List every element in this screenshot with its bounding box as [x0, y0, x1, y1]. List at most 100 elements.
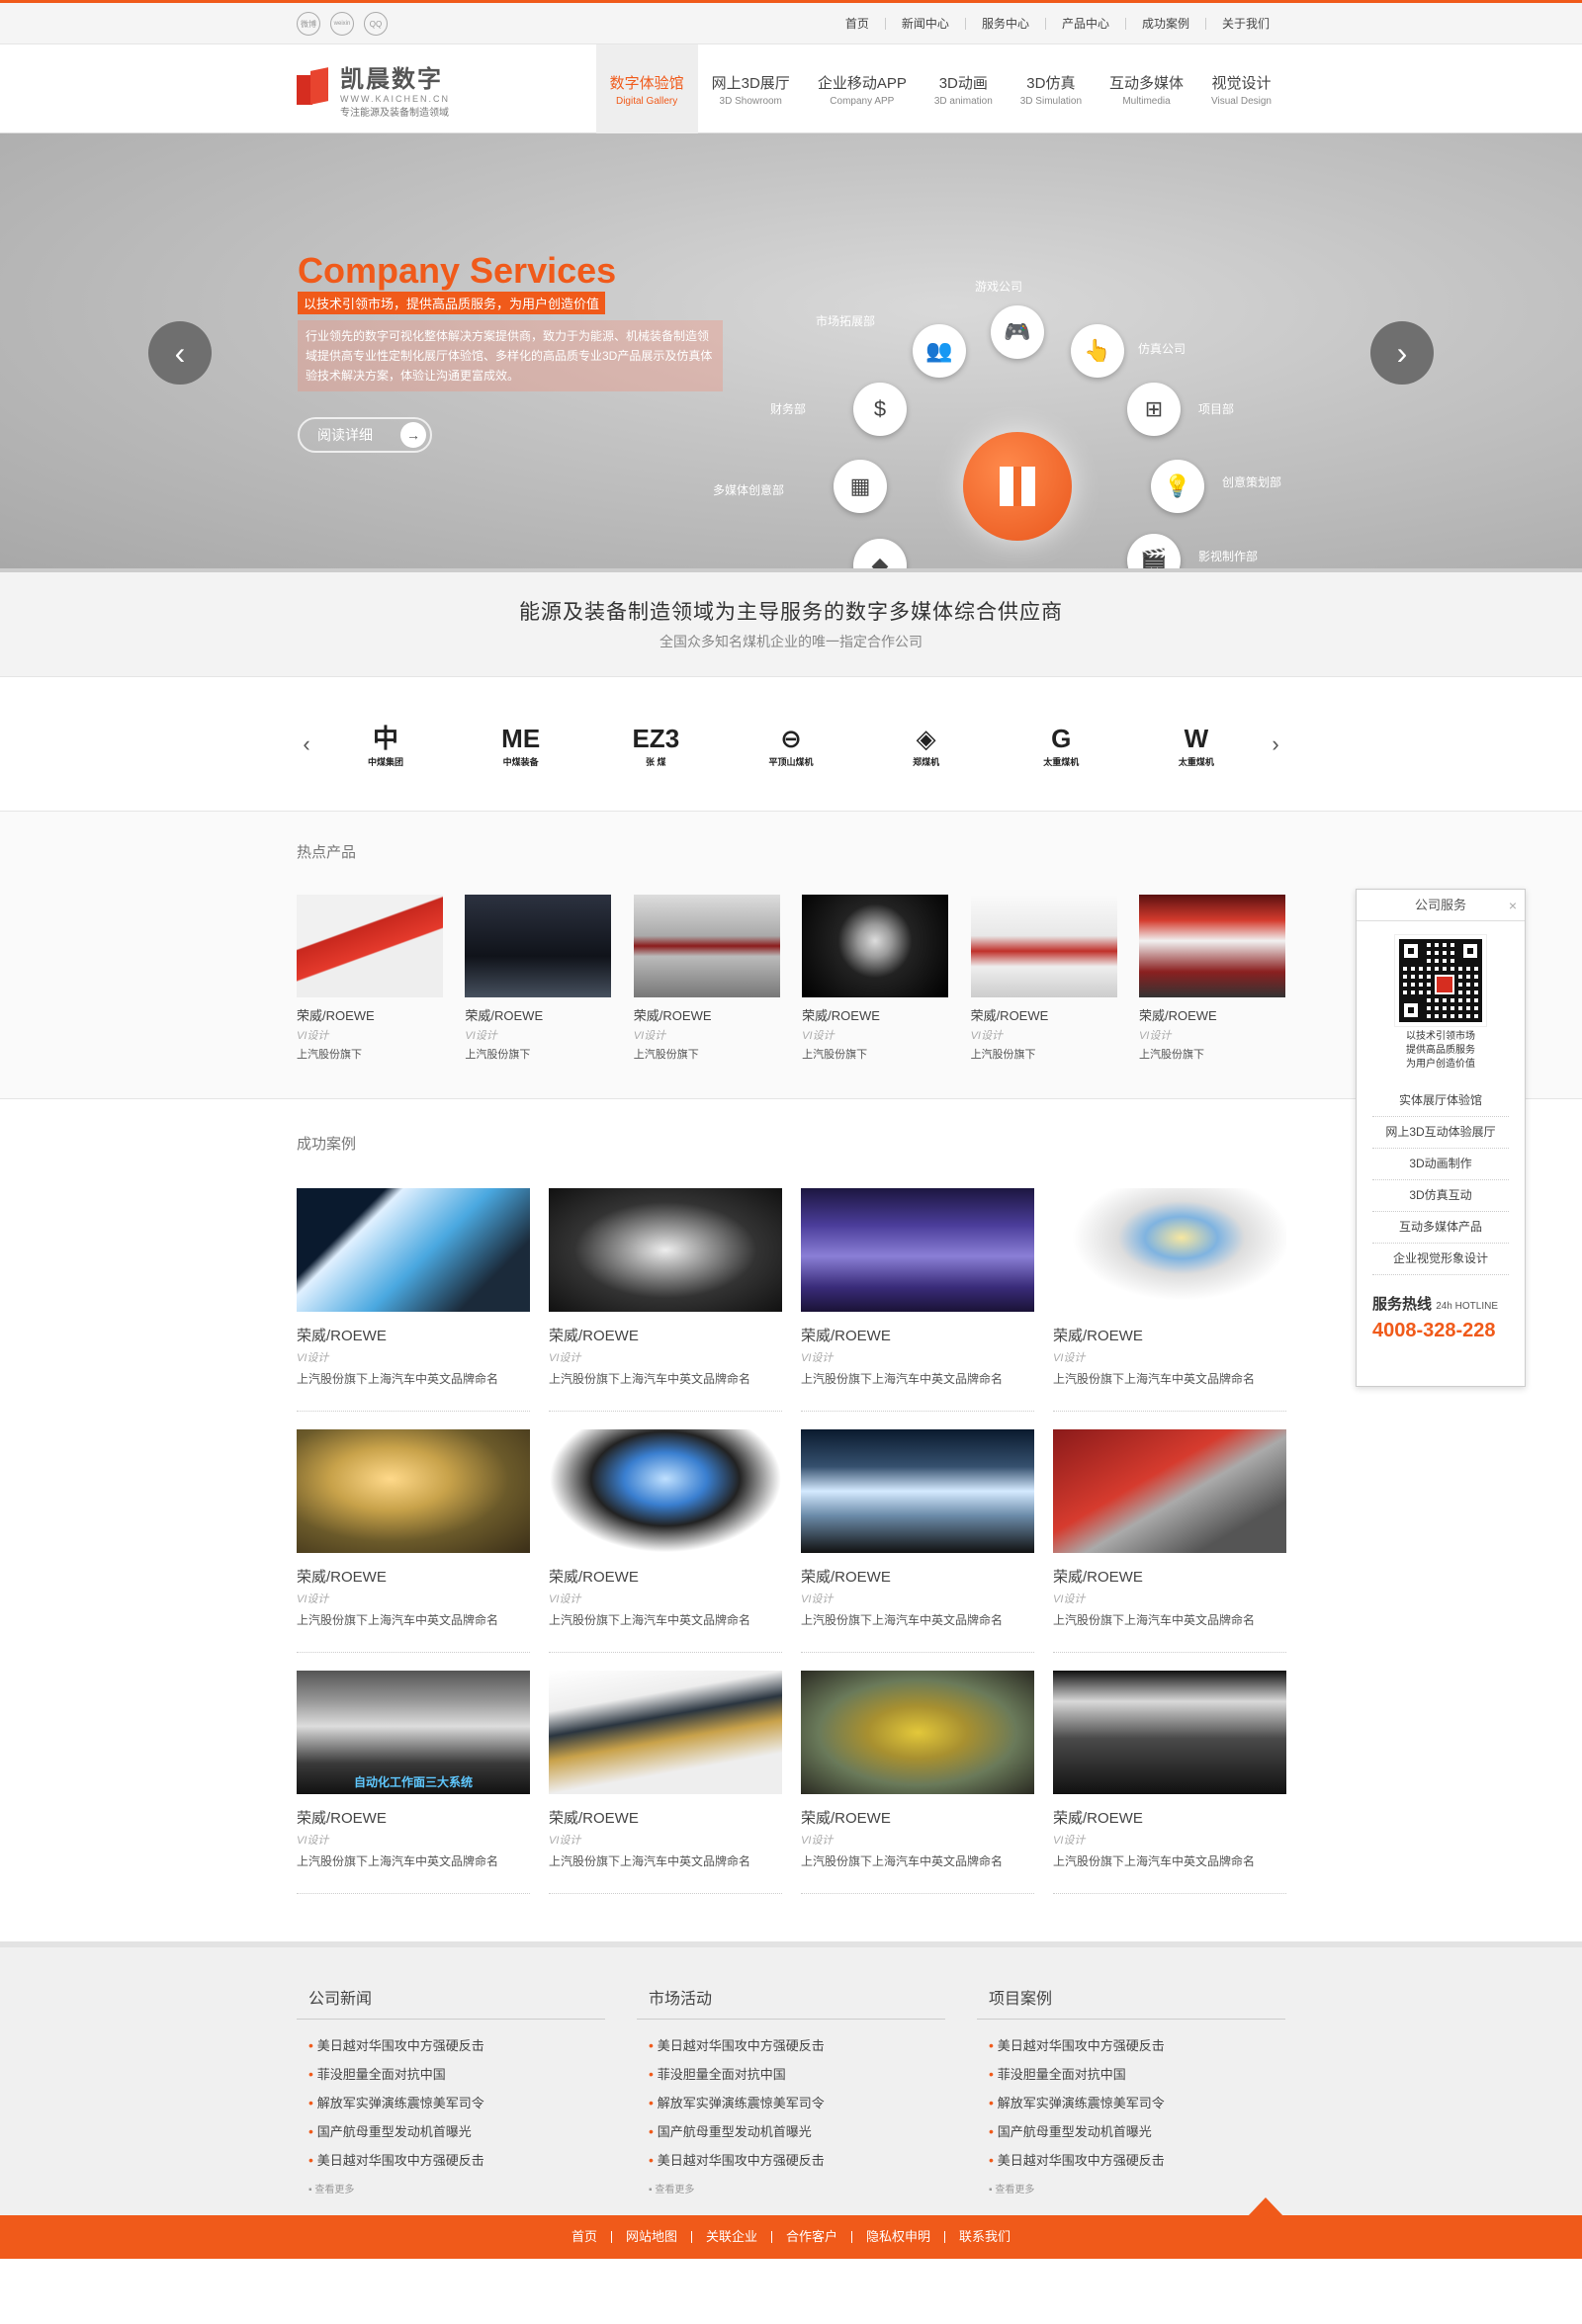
footer-link[interactable]: 隐私权申明: [851, 2230, 944, 2243]
weibo-icon[interactable]: 微博: [297, 12, 320, 36]
wechat-icon[interactable]: weixin: [330, 12, 354, 36]
service-node[interactable]: 💡: [1151, 460, 1204, 513]
service-node[interactable]: ▦: [834, 460, 887, 513]
footer-link[interactable]: 联系我们: [944, 2230, 1024, 2243]
service-node[interactable]: ⊞: [1127, 383, 1181, 436]
case-card[interactable]: 荣威/ROEWE VI设计 上汽股份旗下上海汽车中英文品牌命名: [549, 1188, 782, 1412]
hotline-number[interactable]: 4008-328-228: [1372, 1320, 1509, 1342]
toplink-cases[interactable]: 成功案例: [1124, 18, 1205, 30]
case-image[interactable]: [801, 1188, 1034, 1312]
product-image[interactable]: [633, 895, 780, 997]
news-item[interactable]: 国产航母重型发动机首曝光: [308, 2117, 605, 2146]
product-card[interactable]: 荣威/ROEWE VI设计 上汽股份旗下: [970, 895, 1117, 1062]
news-item[interactable]: 美日越对华围攻中方强硬反击: [649, 2031, 945, 2060]
nav-multimedia[interactable]: 互动多媒体 Multimedia: [1096, 44, 1197, 133]
case-card[interactable]: 荣威/ROEWE VI设计 上汽股份旗下上海汽车中英文品牌命名: [801, 1429, 1034, 1653]
side-service-item[interactable]: 实体展厅体验馆: [1372, 1085, 1509, 1117]
product-card[interactable]: 荣威/ROEWE VI设计 上汽股份旗下: [465, 895, 612, 1062]
footer-link[interactable]: 首页: [558, 2230, 611, 2243]
product-card[interactable]: 荣威/ROEWE VI设计 上汽股份旗下: [297, 895, 443, 1062]
case-image[interactable]: 自动化工作面三大系统: [297, 1671, 530, 1794]
clients-next-button[interactable]: ›: [1266, 732, 1285, 757]
case-image[interactable]: [549, 1671, 782, 1794]
news-item[interactable]: 菲没胆量全面对抗中国: [308, 2060, 605, 2089]
news-more-link[interactable]: ▪ 查看更多: [297, 2181, 605, 2195]
case-image[interactable]: [1053, 1188, 1286, 1312]
side-service-item[interactable]: 3D动画制作: [1372, 1149, 1509, 1180]
qq-icon[interactable]: QQ: [364, 12, 388, 36]
product-card[interactable]: 荣威/ROEWE VI设计 上汽股份旗下: [633, 895, 780, 1062]
center-logo-button[interactable]: [963, 432, 1072, 541]
news-more-link[interactable]: ▪ 查看更多: [977, 2181, 1285, 2195]
product-image[interactable]: [297, 895, 443, 997]
product-card[interactable]: 荣威/ROEWE VI设计 上汽股份旗下: [802, 895, 949, 1062]
news-more-link[interactable]: ▪ 查看更多: [637, 2181, 945, 2195]
case-image[interactable]: [549, 1429, 782, 1553]
news-item[interactable]: 美日越对华围攻中方强硬反击: [989, 2031, 1285, 2060]
logo[interactable]: 凯晨数字 WWW.KAICHEN.CN 专注能源及装备制造领域: [297, 59, 450, 119]
toplink-news[interactable]: 新闻中心: [884, 18, 965, 30]
case-image[interactable]: [801, 1671, 1034, 1794]
footer-link[interactable]: 合作客户: [771, 2230, 851, 2243]
case-card[interactable]: 荣威/ROEWE VI设计 上汽股份旗下上海汽车中英文品牌命名: [297, 1429, 530, 1653]
news-item[interactable]: 菲没胆量全面对抗中国: [989, 2060, 1285, 2089]
product-image[interactable]: [1138, 895, 1285, 997]
client-logo[interactable]: ME 中煤装备: [482, 722, 561, 768]
product-image[interactable]: [802, 895, 949, 997]
news-item[interactable]: 解放军实弹演练震惊美军司令: [649, 2089, 945, 2117]
case-image[interactable]: [297, 1429, 530, 1553]
nav-3d-animation[interactable]: 3D动画 3D animation: [921, 44, 1007, 133]
toplink-products[interactable]: 产品中心: [1044, 18, 1125, 30]
toplink-service[interactable]: 服务中心: [964, 18, 1045, 30]
case-card[interactable]: 荣威/ROEWE VI设计 上汽股份旗下上海汽车中英文品牌命名: [297, 1188, 530, 1412]
news-item[interactable]: 美日越对华围攻中方强硬反击: [649, 2146, 945, 2175]
read-more-button[interactable]: 阅读详细 →: [298, 417, 432, 453]
case-card[interactable]: 荣威/ROEWE VI设计 上汽股份旗下上海汽车中英文品牌命名: [801, 1671, 1034, 1894]
case-card[interactable]: 荣威/ROEWE VI设计 上汽股份旗下上海汽车中英文品牌命名: [1053, 1671, 1286, 1894]
side-service-item[interactable]: 网上3D互动体验展厅: [1372, 1117, 1509, 1149]
news-item[interactable]: 美日越对华围攻中方强硬反击: [308, 2146, 605, 2175]
client-logo[interactable]: ◈ 郑煤机: [887, 722, 966, 768]
close-icon[interactable]: ×: [1509, 890, 1517, 921]
news-item[interactable]: 国产航母重型发动机首曝光: [649, 2117, 945, 2146]
case-image[interactable]: [801, 1429, 1034, 1553]
nav-visual-design[interactable]: 视觉设计 Visual Design: [1197, 44, 1285, 133]
case-card[interactable]: 荣威/ROEWE VI设计 上汽股份旗下上海汽车中英文品牌命名: [1053, 1188, 1286, 1412]
client-logo[interactable]: G 太重煤机: [1021, 722, 1100, 768]
banner-next-button[interactable]: ›: [1370, 321, 1434, 385]
toplink-home[interactable]: 首页: [830, 18, 885, 30]
news-item[interactable]: 菲没胆量全面对抗中国: [649, 2060, 945, 2089]
news-item[interactable]: 解放军实弹演练震惊美军司令: [308, 2089, 605, 2117]
nav-3d-simulation[interactable]: 3D仿真 3D Simulation: [1007, 44, 1096, 133]
service-node[interactable]: ◆: [853, 539, 907, 568]
service-node[interactable]: 👆: [1071, 324, 1124, 378]
footer-link[interactable]: 关联企业: [690, 2230, 771, 2243]
client-logo[interactable]: ⊖ 平顶山煤机: [751, 722, 831, 768]
nav-3d-showroom[interactable]: 网上3D展厅 3D Showroom: [698, 44, 804, 133]
news-item[interactable]: 美日越对华围攻中方强硬反击: [989, 2146, 1285, 2175]
case-card[interactable]: 荣威/ROEWE VI设计 上汽股份旗下上海汽车中英文品牌命名: [549, 1429, 782, 1653]
news-item[interactable]: 美日越对华围攻中方强硬反击: [308, 2031, 605, 2060]
nav-digital-gallery[interactable]: 数字体验馆 Digital Gallery: [595, 44, 698, 133]
nav-company-app[interactable]: 企业移动APP Company APP: [804, 44, 921, 133]
back-to-top-button[interactable]: [1247, 2197, 1284, 2217]
case-image[interactable]: [1053, 1671, 1286, 1794]
case-card[interactable]: 荣威/ROEWE VI设计 上汽股份旗下上海汽车中英文品牌命名: [1053, 1429, 1286, 1653]
case-image[interactable]: [1053, 1429, 1286, 1553]
toplink-about[interactable]: 关于我们: [1204, 18, 1285, 30]
client-logo[interactable]: 中中煤集团: [346, 722, 425, 768]
case-image[interactable]: [549, 1188, 782, 1312]
news-item[interactable]: 解放军实弹演练震惊美军司令: [989, 2089, 1285, 2117]
clients-prev-button[interactable]: ‹: [297, 732, 316, 757]
client-logo[interactable]: EZ3 张 煤: [616, 722, 695, 768]
news-item[interactable]: 国产航母重型发动机首曝光: [989, 2117, 1285, 2146]
case-card[interactable]: 自动化工作面三大系统 荣威/ROEWE VI设计 上汽股份旗下上海汽车中英文品牌命名: [297, 1671, 530, 1894]
case-card[interactable]: 荣威/ROEWE VI设计 上汽股份旗下上海汽车中英文品牌命名: [801, 1188, 1034, 1412]
case-image[interactable]: [297, 1188, 530, 1312]
banner-prev-button[interactable]: ‹: [148, 321, 212, 385]
product-image[interactable]: [970, 895, 1117, 997]
side-service-item[interactable]: 互动多媒体产品: [1372, 1212, 1509, 1244]
service-node[interactable]: 👥: [913, 324, 966, 378]
service-node[interactable]: 🎬: [1127, 534, 1181, 568]
product-image[interactable]: [465, 895, 612, 997]
